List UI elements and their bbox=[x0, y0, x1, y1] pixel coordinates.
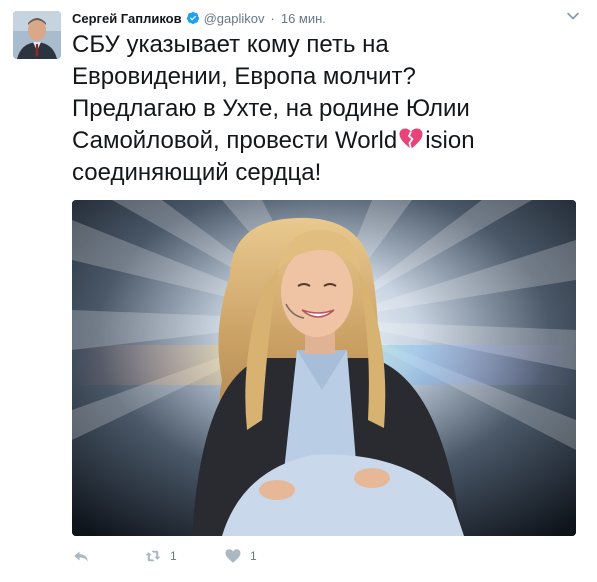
retweet-count: 1 bbox=[170, 549, 177, 563]
tweet-timestamp[interactable]: 16 мин. bbox=[281, 11, 326, 26]
like-count: 1 bbox=[250, 549, 257, 563]
tweet-text: СБУ указывает кому петь на Евровидении, … bbox=[72, 29, 582, 189]
reply-icon bbox=[74, 551, 88, 562]
avatar-photo bbox=[13, 11, 61, 59]
tweet-text-segment: Самойловой, провести World bbox=[72, 127, 398, 154]
tweet-text-line: Самойловой, провести World ision bbox=[72, 125, 582, 157]
like-heart-icon bbox=[225, 549, 241, 563]
tweet-text-line: соединяющий сердца! bbox=[72, 159, 322, 186]
broken-heart-icon bbox=[399, 128, 423, 150]
tweet-actions: 1 1 bbox=[72, 546, 294, 566]
tweet-text-segment: ision bbox=[425, 127, 475, 154]
author-handle[interactable]: @gaplikov bbox=[204, 11, 265, 26]
reply-button[interactable] bbox=[72, 547, 144, 565]
header-separator: · bbox=[270, 10, 275, 26]
tweet-header: Сергей Гапликов @gaplikov · 16 мин. bbox=[72, 9, 326, 27]
retweet-icon bbox=[145, 550, 161, 562]
author-name[interactable]: Сергей Гапликов bbox=[72, 11, 182, 26]
tweet-text-line: Евровидении, Европа молчит? bbox=[72, 63, 416, 90]
tweet-text-line: Предлагаю в Ухте, на родине Юлии bbox=[72, 95, 470, 122]
verified-badge-icon bbox=[186, 11, 199, 25]
retweet-button[interactable]: 1 bbox=[144, 547, 224, 565]
like-button[interactable]: 1 bbox=[224, 547, 294, 565]
avatar[interactable] bbox=[13, 11, 61, 59]
tweet-photo[interactable] bbox=[72, 200, 576, 536]
singer-photo bbox=[72, 200, 576, 536]
tweet-text-line: СБУ указывает кому петь на bbox=[72, 31, 389, 58]
chevron-down-icon[interactable] bbox=[565, 8, 581, 24]
